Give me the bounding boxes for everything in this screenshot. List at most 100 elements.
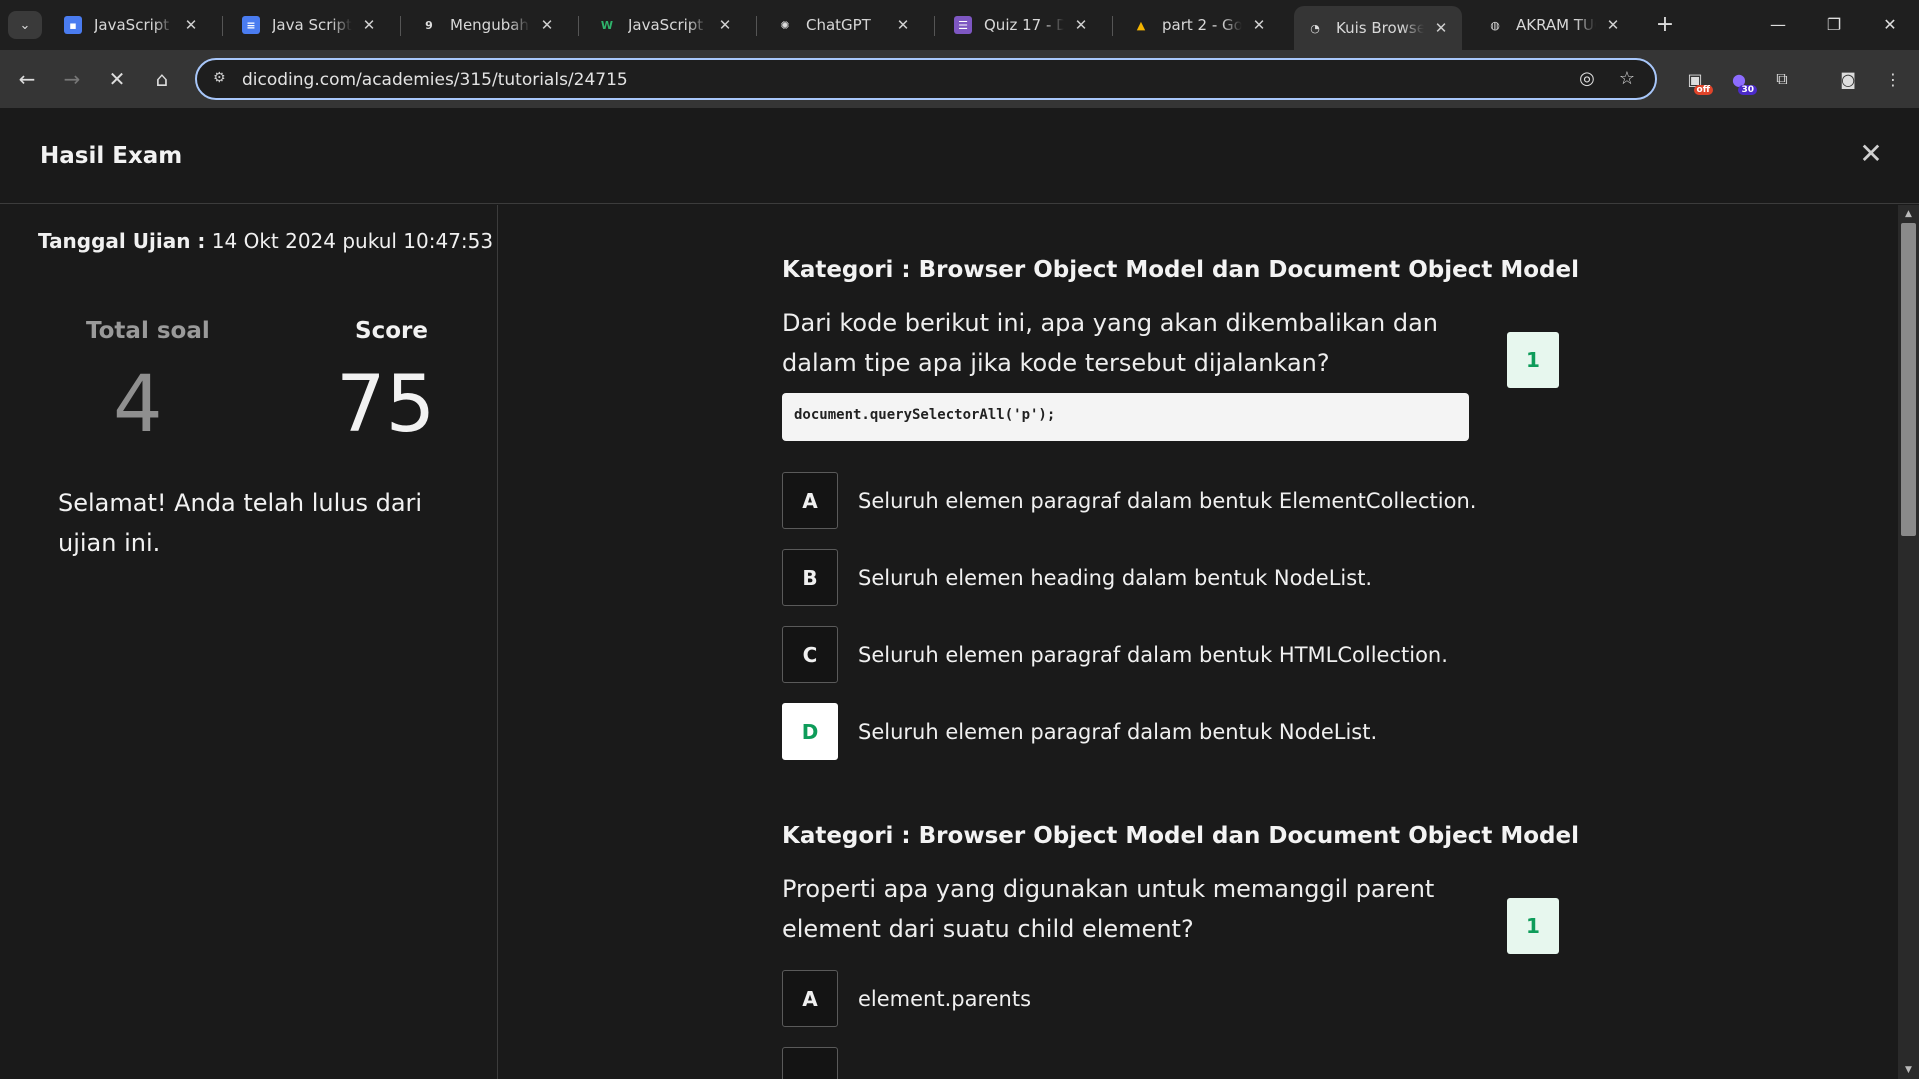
globe-icon: ◍: [1490, 18, 1500, 32]
extension-icon-1[interactable]: ▣ off: [1681, 65, 1713, 95]
question-text: Properti apa yang digunakan untuk memang…: [782, 875, 1435, 943]
option-letter: A: [782, 970, 838, 1027]
bookmark-star-icon[interactable]: ☆: [1615, 68, 1639, 92]
tab-1[interactable]: ≡ Java Script - Google Docs ✕: [230, 6, 390, 44]
menu-kebab-icon[interactable]: ⋮: [1879, 65, 1907, 93]
tab-title: Java Script - Google Docs: [272, 16, 352, 34]
home-icon[interactable]: ⌂: [147, 64, 177, 94]
option-a[interactable]: A Seluruh elemen paragraf dalam bentuk E…: [782, 472, 1476, 529]
tab-title: JavaScript Dom: [94, 16, 174, 34]
option-text: Seluruh elemen paragraf dalam bentuk Nod…: [858, 719, 1378, 744]
tab-0[interactable]: ▪ JavaScript Dom ✕: [52, 6, 212, 44]
option-letter: A: [782, 472, 838, 529]
tab-title: Kuis Browser: [1336, 19, 1424, 37]
close-icon[interactable]: ✕: [1857, 140, 1885, 168]
close-tab-icon[interactable]: ✕: [182, 16, 200, 34]
option-letter: C: [782, 626, 838, 683]
close-tab-icon[interactable]: ✕: [716, 16, 734, 34]
close-tab-icon[interactable]: ✕: [1432, 19, 1450, 37]
question-category: Kategori : Browser Object Model dan Docu…: [782, 257, 1579, 283]
profile-avatar-icon[interactable]: ◙: [1834, 65, 1862, 93]
tab-title: ChatGPT: [806, 16, 871, 34]
tab-8[interactable]: ◍ AKRAM TUGAS ✕: [1474, 6, 1634, 44]
tab-4[interactable]: ✺ ChatGPT ✕: [764, 6, 924, 44]
exam-result-page: Hasil Exam ✕ Tanggal Ujian : 14 Okt 2024…: [0, 108, 1919, 1079]
stop-loading-icon[interactable]: ✕: [102, 64, 132, 94]
option-letter: [782, 1047, 838, 1079]
back-arrow-icon[interactable]: ←: [12, 64, 42, 94]
restore-icon[interactable]: ❐: [1806, 6, 1862, 42]
question-category: Kategori : Browser Object Model dan Docu…: [782, 823, 1579, 849]
close-tab-icon[interactable]: ✕: [1604, 16, 1622, 34]
total-value: 4: [113, 360, 163, 450]
scroll-down-arrow-icon[interactable]: ▼: [1898, 1061, 1919, 1079]
question-score-badge: 1: [1507, 332, 1559, 388]
code-snippet: document.querySelectorAll('p');: [782, 393, 1469, 441]
g-icon: 9: [425, 18, 433, 32]
extensions-puzzle-icon[interactable]: ⧉: [1768, 65, 1796, 93]
scrollbar-thumb[interactable]: [1901, 223, 1916, 536]
option-text: element.parents: [858, 986, 1032, 1011]
new-tab-button[interactable]: +: [1650, 10, 1680, 40]
tab-5[interactable]: ☰ Quiz 17 - DOM ✕: [942, 6, 1102, 44]
total-label: Total soal: [86, 318, 210, 344]
tab-title: JavaScript Form: [628, 16, 708, 34]
option-d-selected[interactable]: D Seluruh elemen paragraf dalam bentuk N…: [782, 703, 1377, 760]
page-header: Hasil Exam ✕: [0, 108, 1919, 204]
extension-badge: off: [1693, 85, 1713, 95]
question-score-badge: 1: [1507, 898, 1559, 954]
tab-3[interactable]: W JavaScript Form ✕: [586, 6, 746, 44]
close-tab-icon[interactable]: ✕: [538, 16, 556, 34]
minimize-icon[interactable]: —: [1750, 6, 1806, 42]
tab-title: AKRAM TUGAS: [1516, 16, 1596, 34]
site-info-icon[interactable]: ⚙: [213, 70, 231, 88]
browser-toolbar: ← → ✕ ⌂ ⚙ dicoding.com/academies/315/tut…: [0, 50, 1919, 108]
chatgpt-icon: ✺: [780, 18, 790, 32]
close-tab-icon[interactable]: ✕: [1072, 16, 1090, 34]
question-review-list: Kategori : Browser Object Model dan Docu…: [499, 205, 1899, 1079]
score-value: 75: [336, 360, 436, 450]
drive-icon: ▲: [1136, 18, 1146, 32]
tab-title: Quiz 17 - DOM: [984, 16, 1064, 34]
w-icon: W: [600, 18, 614, 32]
tab-7-active[interactable]: ◔ Kuis Browser ✕: [1294, 6, 1462, 50]
docs-icon: ≡: [242, 16, 260, 34]
close-tab-icon[interactable]: ✕: [894, 16, 912, 34]
tab-2[interactable]: 9 Mengubah Konten ✕: [408, 6, 568, 44]
option-b[interactable]: [782, 1047, 838, 1079]
tab-search-button[interactable]: ⌄: [8, 11, 42, 39]
exam-date: Tanggal Ujian : 14 Okt 2024 pukul 10:47:…: [38, 229, 493, 253]
extension-icon-2[interactable]: ● 30: [1725, 65, 1757, 95]
question-text: Dari kode berikut ini, apa yang akan dik…: [782, 309, 1438, 377]
tab-strip: ⌄ ▪ JavaScript Dom ✕ ≡ Java Script - Goo…: [0, 0, 1919, 50]
exam-date-label: Tanggal Ujian :: [38, 229, 206, 253]
close-window-icon[interactable]: ✕: [1862, 6, 1918, 42]
loading-icon: ◔: [1310, 21, 1320, 35]
scroll-up-arrow-icon[interactable]: ▲: [1898, 205, 1919, 223]
option-text: Seluruh elemen paragraf dalam bentuk HTM…: [858, 642, 1448, 667]
close-tab-icon[interactable]: ✕: [360, 16, 378, 34]
url-text[interactable]: dicoding.com/academies/315/tutorials/247…: [242, 70, 628, 90]
address-bar[interactable]: ⚙ dicoding.com/academies/315/tutorials/2…: [195, 58, 1657, 100]
option-letter: B: [782, 549, 838, 606]
pass-message: Selamat! Anda telah lulus dari ujian ini…: [58, 489, 423, 557]
tab-title: part 2 - Google Drive: [1162, 16, 1242, 34]
option-text: Seluruh elemen paragraf dalam bentuk Ele…: [858, 488, 1477, 513]
option-text: Seluruh elemen heading dalam bentuk Node…: [858, 565, 1373, 590]
forward-arrow-icon[interactable]: →: [57, 64, 87, 94]
forms-icon: ☰: [954, 16, 972, 34]
scrollbar[interactable]: ▲ ▼: [1898, 205, 1919, 1079]
user-doc-icon: ▪: [64, 16, 82, 34]
option-b[interactable]: B Seluruh elemen heading dalam bentuk No…: [782, 549, 1372, 606]
tab-title: Mengubah Konten: [450, 16, 530, 34]
page-title: Hasil Exam: [40, 143, 183, 169]
option-c[interactable]: C Seluruh elemen paragraf dalam bentuk H…: [782, 626, 1448, 683]
result-summary-panel: Tanggal Ujian : 14 Okt 2024 pukul 10:47:…: [0, 205, 498, 1079]
close-tab-icon[interactable]: ✕: [1250, 16, 1268, 34]
tab-6[interactable]: ▲ part 2 - Google Drive ✕: [1120, 6, 1280, 44]
extension-badge: 30: [1738, 85, 1757, 95]
option-a[interactable]: A element.parents: [782, 970, 1031, 1027]
exam-date-value: 14 Okt 2024 pukul 10:47:53: [211, 229, 494, 253]
eye-off-icon[interactable]: ◎: [1575, 68, 1599, 92]
score-label: Score: [355, 318, 428, 344]
